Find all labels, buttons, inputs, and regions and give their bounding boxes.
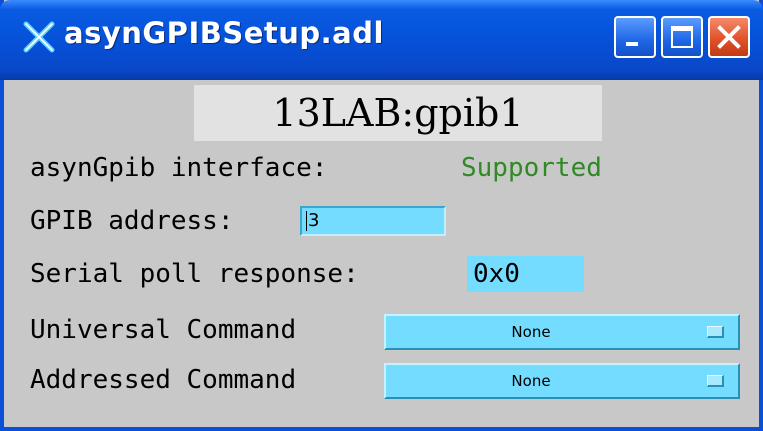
close-icon <box>717 25 741 49</box>
x-app-icon <box>23 21 55 53</box>
screen-panel: 13LAB:gpib1 asynGpib interface: Supporte… <box>4 80 759 427</box>
pv-name-title: 13LAB:gpib1 <box>194 85 602 141</box>
serial-poll-label: Serial poll response: <box>30 259 359 289</box>
maximize-button[interactable] <box>661 16 703 58</box>
interface-label: asynGpib interface: <box>30 153 328 183</box>
menu-indicator-icon <box>707 326 724 338</box>
close-button[interactable] <box>708 16 750 58</box>
minimize-button[interactable] <box>614 16 656 58</box>
gpib-address-label: GPIB address: <box>30 206 234 236</box>
addressed-command-selected: None <box>511 372 551 390</box>
minimize-icon <box>626 42 638 46</box>
maximize-icon <box>671 26 693 48</box>
interface-status: Supported <box>461 153 602 183</box>
gpib-address-input[interactable]: 3 <box>300 206 446 236</box>
addressed-command-label: Addressed Command <box>30 365 297 395</box>
universal-command-selected: None <box>511 323 551 341</box>
app-window: asynGPIBSetup.adl 13LAB:gpib1 asynGpib i… <box>0 0 763 431</box>
gpib-address-value: 3 <box>308 210 320 231</box>
text-caret <box>306 211 307 231</box>
addressed-command-menu[interactable]: None <box>384 363 740 399</box>
menu-indicator-icon <box>707 375 724 387</box>
universal-command-label: Universal Command <box>30 315 297 345</box>
window-title: asynGPIBSetup.adl <box>64 16 384 50</box>
title-bar[interactable]: asynGPIBSetup.adl <box>0 0 763 80</box>
serial-poll-value: 0x0 <box>467 256 584 292</box>
universal-command-menu[interactable]: None <box>384 314 740 350</box>
